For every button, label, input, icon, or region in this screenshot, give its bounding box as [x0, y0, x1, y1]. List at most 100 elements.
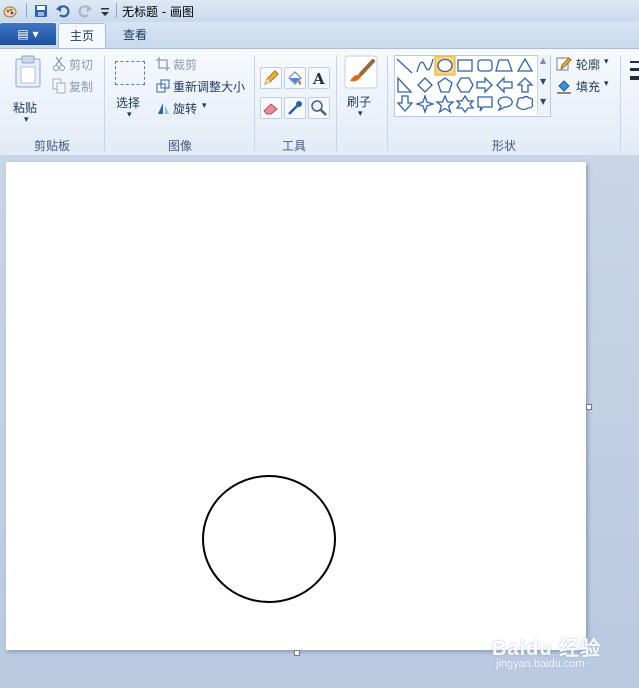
- paint-app-icon[interactable]: [2, 3, 18, 19]
- right-triangle-shape-icon[interactable]: [397, 76, 413, 93]
- brushes-label: 刷子: [347, 95, 372, 109]
- resize-button[interactable]: 重新调整大小: [156, 77, 250, 95]
- cut-label: 剪切: [69, 58, 94, 72]
- select-button[interactable]: 选择 ▾: [112, 57, 150, 127]
- drawing-canvas[interactable]: [6, 162, 586, 650]
- resize-label: 重新调整大小: [173, 80, 246, 94]
- polygon-shape-icon[interactable]: [495, 59, 513, 72]
- text-a-icon: A: [312, 70, 325, 88]
- five-point-star-shape-icon[interactable]: [435, 94, 455, 114]
- crop-label: 裁剪: [173, 58, 198, 72]
- redo-icon[interactable]: [77, 3, 93, 19]
- copy-button[interactable]: 复制: [52, 77, 100, 95]
- four-point-star-shape-icon[interactable]: [414, 93, 436, 115]
- tab-home[interactable]: 主页: [58, 23, 106, 49]
- shapes-group-label: 形状: [491, 139, 516, 153]
- tools-group-label: 工具: [281, 139, 306, 153]
- hexagon-shape-icon[interactable]: [456, 77, 474, 93]
- title-bar: 无标题 - 画图: [0, 0, 639, 23]
- tab-strip: ▤ ▾ 主页 查看: [0, 22, 639, 49]
- rotate-dropdown-icon[interactable]: ▾: [202, 101, 207, 111]
- resize-icon: [156, 79, 170, 93]
- tab-view[interactable]: 查看: [110, 23, 160, 48]
- fill-tool-button[interactable]: [284, 67, 306, 89]
- pentagon-shape-icon[interactable]: [437, 77, 453, 93]
- color-picker-tool-button[interactable]: [284, 97, 306, 119]
- size-button-partial[interactable]: [628, 57, 639, 117]
- brushes-dropdown-icon[interactable]: ▾: [358, 109, 363, 119]
- left-arrow-shape-icon[interactable]: [496, 76, 513, 94]
- pencil-tool-button[interactable]: [260, 67, 282, 89]
- fill-dropdown-icon[interactable]: ▾: [604, 79, 609, 89]
- paste-button[interactable]: 粘贴 ▾: [8, 55, 48, 127]
- select-label: 选择: [116, 96, 141, 110]
- image-group-label: 图像: [167, 139, 192, 153]
- baidu-watermark: Baidu 经验 jingyan.baidu.com: [492, 632, 632, 678]
- scroll-up-icon[interactable]: ▲: [540, 56, 546, 65]
- tab-home-label: 主页: [69, 29, 94, 43]
- resize-handle-right[interactable]: [586, 404, 592, 410]
- fill-bucket-icon: [557, 80, 571, 94]
- brush-icon: [344, 55, 378, 89]
- outline-button[interactable]: 轮廓 ▾: [556, 55, 616, 73]
- outline-pencil-icon: [556, 57, 572, 71]
- expand-gallery-icon[interactable]: ▼: [540, 97, 546, 106]
- rectangular-callout-shape-icon[interactable]: [477, 96, 493, 112]
- up-arrow-shape-icon[interactable]: [516, 77, 534, 93]
- brushes-button[interactable]: 刷子 ▾: [342, 55, 380, 127]
- fill-button[interactable]: 填充 ▾: [556, 77, 616, 95]
- fill-label: 填充: [576, 80, 601, 94]
- customize-toolbar-icon[interactable]: [97, 3, 113, 19]
- outline-label: 轮廓: [576, 58, 601, 72]
- copy-label: 复制: [69, 80, 94, 94]
- rounded-rectangle-shape-icon[interactable]: [477, 59, 493, 72]
- magnifier-icon: [311, 100, 327, 116]
- magnifier-tool-button[interactable]: [308, 97, 330, 119]
- paste-label: 粘贴: [13, 101, 38, 115]
- rectangle-shape-icon[interactable]: [457, 59, 473, 72]
- line-shape-icon[interactable]: [396, 58, 413, 74]
- text-tool-button[interactable]: A: [308, 67, 330, 89]
- curve-shape-icon[interactable]: [416, 58, 434, 73]
- paint-bucket-icon: [288, 71, 302, 85]
- cloud-callout-shape-icon[interactable]: [516, 95, 534, 111]
- clipboard-group-label: 剪贴板: [33, 139, 70, 153]
- rotate-icon: [158, 103, 169, 114]
- app-menu-label: ▤ ▾: [17, 27, 39, 41]
- rotate-button[interactable]: 旋转 ▾: [156, 99, 212, 117]
- watermark-url: jingyan.baidu.com: [496, 658, 585, 670]
- tab-view-label: 查看: [122, 28, 147, 42]
- undo-icon[interactable]: [55, 3, 71, 19]
- paste-dropdown-icon[interactable]: ▾: [24, 115, 29, 125]
- triangle-shape-icon[interactable]: [516, 57, 534, 72]
- pencil-icon: [264, 70, 279, 85]
- oval-callout-shape-icon[interactable]: [497, 96, 513, 112]
- eraser-icon: [263, 103, 278, 115]
- save-icon[interactable]: [33, 3, 49, 19]
- six-point-star-shape-icon[interactable]: [455, 94, 475, 114]
- select-dropdown-icon[interactable]: ▾: [127, 110, 132, 120]
- rotate-label: 旋转: [173, 102, 198, 116]
- outline-dropdown-icon[interactable]: ▾: [604, 57, 609, 67]
- eyedropper-icon: [288, 101, 302, 115]
- selection-rectangle-icon: [115, 61, 145, 85]
- shapes-grid: [396, 55, 534, 115]
- watermark-brand: Baidu 经验: [492, 638, 602, 660]
- shapes-gallery: [394, 55, 551, 117]
- cut-button[interactable]: 剪切: [52, 55, 100, 73]
- workspace: [0, 155, 639, 688]
- down-arrow-shape-icon[interactable]: [396, 95, 414, 112]
- canvas-drawing: [202, 475, 336, 603]
- oval-shape-icon[interactable]: [434, 55, 456, 76]
- eraser-tool-button[interactable]: [260, 97, 282, 119]
- app-menu-button[interactable]: ▤ ▾: [0, 23, 56, 45]
- crop-button[interactable]: 裁剪: [156, 55, 208, 73]
- clipboard-icon: [15, 55, 41, 88]
- scroll-down-icon[interactable]: ▼: [540, 77, 546, 86]
- resize-handle-bottom[interactable]: [294, 650, 300, 656]
- diamond-shape-icon[interactable]: [417, 77, 433, 93]
- shapes-scrollbar[interactable]: ▲ ▼ ▼: [537, 55, 550, 115]
- ribbon: 粘贴 ▾ 剪切 复制 剪贴板 选择 ▾ 裁剪 重新调整大小 旋转 ▾ 图像 A …: [0, 48, 639, 156]
- scissors-icon: [53, 56, 65, 71]
- right-arrow-shape-icon[interactable]: [476, 76, 493, 94]
